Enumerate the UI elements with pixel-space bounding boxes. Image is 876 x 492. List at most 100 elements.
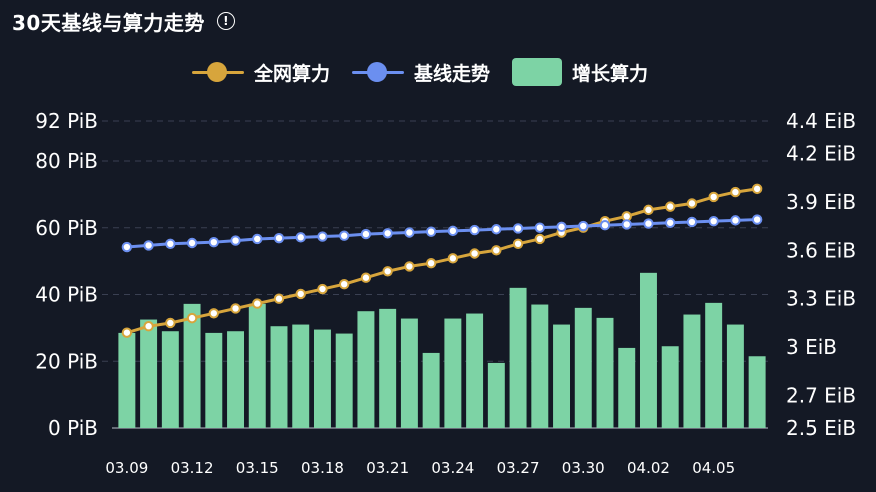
series-point	[491, 245, 502, 256]
bar-growth-power	[748, 356, 766, 428]
x-tick-label: 04.05	[692, 459, 735, 477]
combo-chart: 0 PiB 20 PiB 40 PiB 60 PiB 80 PiB 92 PiB 2.5 E…	[35, 109, 856, 477]
series-line	[126, 218, 758, 249]
series-point	[447, 253, 459, 264]
series-point	[578, 220, 589, 232]
series-point	[186, 312, 198, 324]
series-point	[273, 293, 285, 304]
series-point	[382, 266, 393, 277]
x-tick-label: 03.30	[562, 459, 605, 477]
series-point	[230, 235, 241, 246]
series-point	[165, 317, 176, 329]
y-right-tick-label: 3 EiB	[786, 335, 837, 359]
bar-growth-power	[357, 311, 375, 428]
y-left-tick-label: 92 PiB	[35, 109, 98, 133]
y-right-tick-label: 2.7 EiB	[786, 384, 856, 408]
series-point	[425, 257, 437, 269]
series-point	[273, 232, 285, 244]
bar-growth-power	[509, 287, 527, 428]
y-right-tick-label: 4.4 EiB	[786, 109, 856, 133]
series-point	[643, 218, 654, 229]
series-point	[665, 201, 676, 212]
series-point	[208, 236, 220, 248]
bar-growth-power	[227, 331, 245, 428]
x-tick-label: 03.24	[431, 459, 474, 477]
series-point	[534, 222, 545, 233]
series-point	[469, 224, 480, 236]
bar-growth-power	[618, 347, 636, 428]
series-point	[686, 216, 698, 228]
x-tick-label: 03.18	[301, 459, 344, 477]
series-point	[230, 303, 241, 314]
bar-growth-power	[292, 324, 310, 428]
bar-growth-power	[422, 352, 440, 428]
bar-growth-power	[270, 326, 288, 428]
series-point	[121, 327, 133, 338]
bar-growth-power	[118, 332, 136, 428]
series-point	[317, 231, 328, 242]
bar-growth-power	[444, 318, 462, 428]
series-point	[621, 219, 632, 230]
y-left-tick-label: 60 PiB	[35, 216, 98, 240]
series-point	[360, 228, 372, 240]
x-tick-label: 03.27	[497, 459, 540, 477]
series-point	[512, 223, 524, 234]
series-point	[469, 248, 480, 259]
series-point	[208, 308, 220, 319]
series-point	[512, 238, 524, 250]
bar-growth-power	[531, 304, 549, 428]
series-point	[360, 272, 372, 283]
bar-growth-power	[596, 317, 614, 428]
series-point	[730, 186, 741, 198]
y-right-tick-label: 4.2 EiB	[786, 141, 856, 165]
bar-growth-power	[661, 346, 679, 428]
series-point	[339, 230, 350, 241]
series-point	[534, 233, 545, 245]
series-point	[751, 214, 763, 225]
x-tick-label: 04.02	[627, 459, 670, 477]
series-point	[382, 228, 393, 239]
series-point	[491, 224, 502, 235]
x-tick-label: 03.15	[236, 459, 279, 477]
bar-growth-power	[466, 313, 484, 428]
y-right-tick-label: 3.3 EiB	[786, 287, 856, 311]
series-point	[686, 198, 698, 209]
series-line	[126, 187, 758, 335]
series-point	[317, 283, 328, 295]
series-point	[708, 191, 719, 203]
bar-growth-power	[140, 319, 158, 428]
series-point	[165, 238, 176, 250]
series-point	[404, 227, 415, 238]
series-point	[730, 215, 741, 226]
y-right-tick-label: 2.5 EiB	[786, 416, 856, 440]
y-left-tick-label: 40 PiB	[35, 283, 98, 307]
y-right-tick-label: 3.9 EiB	[786, 190, 856, 214]
series-point	[447, 225, 459, 237]
series-point	[665, 217, 676, 228]
x-tick-label: 03.12	[171, 459, 214, 477]
series-point	[556, 221, 567, 233]
bar-growth-power	[553, 324, 571, 428]
series-point	[295, 288, 306, 300]
bar-growth-power	[487, 362, 505, 428]
series-point	[404, 261, 415, 272]
bar-growth-power	[248, 303, 266, 428]
series-point	[425, 226, 437, 237]
y-left-tick-label: 0 PiB	[48, 416, 98, 440]
series-point	[643, 204, 654, 216]
bar-growth-power	[705, 302, 723, 428]
series-point	[295, 232, 306, 243]
bar-growth-power	[726, 324, 744, 428]
series-point	[143, 240, 154, 251]
series-point	[143, 321, 154, 332]
bar-growth-power	[400, 318, 418, 428]
series-point	[252, 233, 263, 245]
bar-growth-power	[379, 308, 397, 428]
bar-growth-power	[574, 307, 592, 428]
bar-growth-power	[335, 333, 353, 428]
bar-growth-power	[639, 272, 657, 428]
x-tick-label: 03.21	[366, 459, 409, 477]
series-point	[599, 220, 611, 231]
x-tick-label: 03.09	[105, 459, 148, 477]
series-point	[751, 183, 763, 195]
